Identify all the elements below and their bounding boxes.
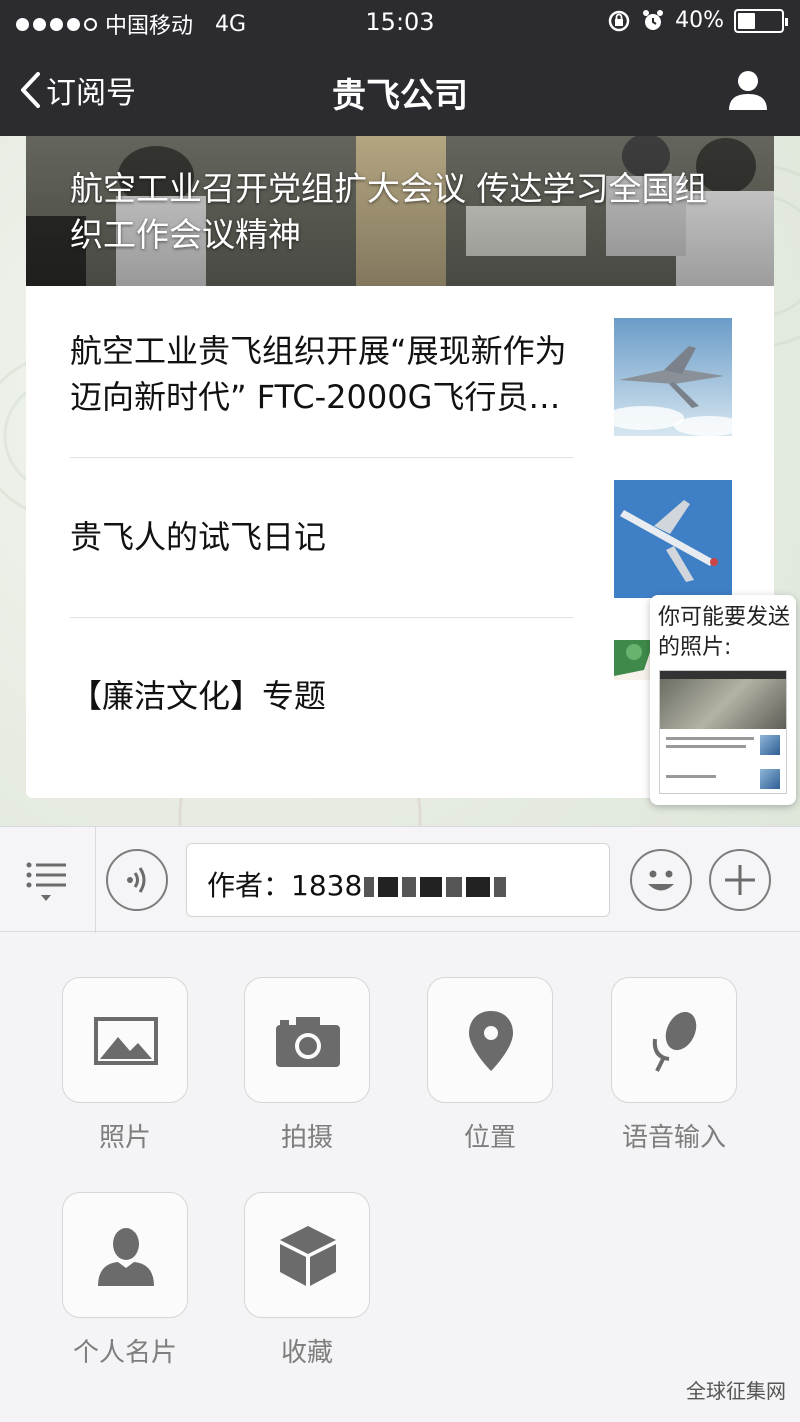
suggested-photo-thumbnail[interactable] xyxy=(659,670,787,794)
article-item-title: 贵飞人的试飞日记 xyxy=(70,518,327,556)
redacted-text xyxy=(420,877,443,897)
hero-article[interactable]: 航空工业召开党组扩大会议 传达学习全国组织工作会议精神 xyxy=(26,136,774,286)
list-menu-icon xyxy=(26,862,66,901)
message-input[interactable]: 作者：1838 xyxy=(186,843,610,917)
emoji-button[interactable] xyxy=(630,849,692,911)
redacted-text xyxy=(378,877,399,897)
location-icon xyxy=(469,1011,513,1071)
camera-tool[interactable]: 拍摄 xyxy=(244,977,370,1154)
hero-title: 航空工业召开党组扩大会议 传达学习全国组织工作会议精神 xyxy=(70,169,708,254)
redacted-text xyxy=(466,877,491,897)
suggested-photo-popup[interactable]: 你可能要发送的照片: xyxy=(650,595,796,805)
favorites-tool-button[interactable] xyxy=(244,1192,370,1318)
message-input-value: 作者：1838 xyxy=(207,869,363,902)
photo-tool-label: 照片 xyxy=(98,1123,151,1153)
smiley-icon xyxy=(648,870,674,891)
plus-icon xyxy=(725,865,755,895)
voice-input-tool-button[interactable] xyxy=(611,977,737,1103)
redacted-text xyxy=(364,877,375,897)
article-thumbnail xyxy=(614,318,732,436)
favorites-tool[interactable]: 收藏 xyxy=(244,1192,370,1369)
contact-card-icon xyxy=(98,1228,154,1286)
article-item-title: 航空工业贵飞组织开展“展现新作为 迈向新时代” FTC-2000G飞行员招募活动 xyxy=(70,332,567,416)
chat-input-bar: 作者：1838 xyxy=(0,826,800,933)
article-item-title: 【廉洁文化】专题 xyxy=(70,677,327,715)
more-functions-panel: 照片 拍摄 位置 语音输入 个人名片 收藏 全球征集网 xyxy=(0,933,800,1422)
article-thumbnail xyxy=(614,480,732,598)
microphone-icon xyxy=(652,1011,697,1072)
redacted-text xyxy=(446,877,463,897)
photo-tool[interactable]: 照片 xyxy=(62,977,188,1154)
battery-icon xyxy=(734,8,788,33)
profile-icon[interactable] xyxy=(726,68,770,112)
redacted-text xyxy=(402,877,417,897)
favorites-tool-label: 收藏 xyxy=(280,1338,333,1368)
more-button[interactable] xyxy=(709,849,771,911)
camera-icon xyxy=(276,1017,340,1067)
contact-card-tool-label: 个人名片 xyxy=(72,1338,177,1368)
location-tool-button[interactable] xyxy=(427,977,553,1103)
suggested-photo-label: 你可能要发送的照片: xyxy=(658,605,791,660)
page-title: 贵飞公司 xyxy=(332,76,468,116)
redacted-text xyxy=(494,877,507,897)
location-tool-label: 位置 xyxy=(463,1123,516,1153)
voice-button[interactable] xyxy=(106,849,168,911)
watermark: 全球征集网 xyxy=(686,1379,786,1403)
voice-input-tool[interactable]: 语音输入 xyxy=(611,977,737,1154)
top-bar: 中国移动 4G 15:03 40% 订阅号 贵飞公司 xyxy=(0,0,800,136)
menu-toggle-button[interactable] xyxy=(0,827,96,933)
photo-icon xyxy=(94,1017,158,1065)
contact-card-tool-button[interactable] xyxy=(62,1192,188,1318)
alarm-icon xyxy=(643,9,664,30)
camera-tool-label: 拍摄 xyxy=(280,1123,333,1153)
voice-input-tool-label: 语音输入 xyxy=(621,1123,726,1153)
camera-tool-button[interactable] xyxy=(244,977,370,1103)
status-bar: 中国移动 4G 15:03 40% xyxy=(0,0,800,46)
contact-card-tool[interactable]: 个人名片 xyxy=(62,1192,188,1369)
navigation-bar: 订阅号 贵飞公司 xyxy=(0,46,800,136)
photo-tool-button[interactable] xyxy=(62,977,188,1103)
article-item[interactable]: 贵飞人的试飞日记 xyxy=(26,458,774,618)
favorites-box-icon xyxy=(280,1226,336,1286)
location-tool[interactable]: 位置 xyxy=(427,977,553,1154)
article-item[interactable]: 航空工业贵飞组织开展“展现新作为 迈向新时代” FTC-2000G飞行员招募活动 xyxy=(26,286,774,446)
rotation-lock-icon xyxy=(608,10,630,31)
voice-wave-icon xyxy=(127,867,146,893)
battery-percent: 40% xyxy=(675,8,724,33)
